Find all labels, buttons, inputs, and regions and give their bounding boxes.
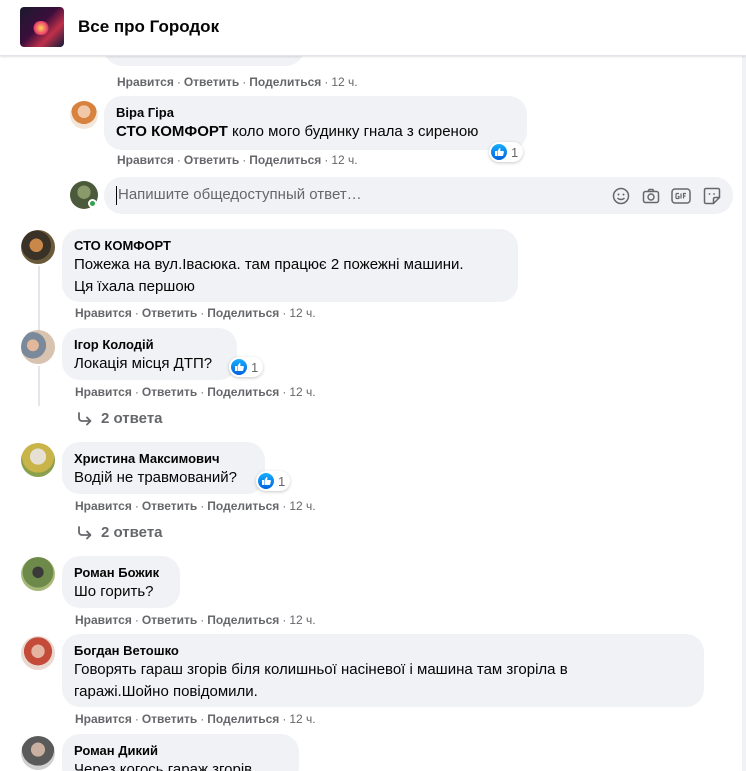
group-header: Все про Городок (0, 0, 746, 56)
comment-author[interactable]: Богдан Ветошко (74, 642, 692, 659)
view-replies-link[interactable]: 2 ответа (77, 524, 163, 541)
comment-text: Ця їхала першою (74, 278, 195, 295)
reaction-count[interactable]: 1 (489, 142, 524, 162)
avatar[interactable] (21, 557, 55, 591)
comment-text: гаражі.Шойно повідомили. (74, 683, 258, 700)
thread-line (38, 366, 40, 406)
view-replies-link[interactable]: 2 ответа (77, 410, 163, 427)
comment-bubble: Христина Максимович Водій не травмований… (62, 442, 265, 494)
comment-text: СТО КОМФОРТ коло мого будинку гнала з си… (116, 123, 479, 140)
like-icon (231, 359, 247, 375)
comment-bubble: СТО КОМФОРТ Пожежа на вул.Івасюка. там п… (62, 229, 518, 302)
comment-author[interactable]: Роман Божик (74, 564, 168, 581)
like-icon (491, 144, 507, 160)
comment-text: Говорять гараш згорів біля колишньої нас… (74, 661, 568, 678)
comment-bubble: Ігор Колодій Локація місця ДТП? (62, 328, 237, 380)
like-button[interactable]: Нравится (75, 385, 132, 399)
like-button[interactable]: Нравится (75, 499, 132, 513)
comment-actions: Нравится · Ответить · Поделиться · 12 ч. (117, 153, 358, 167)
share-button[interactable]: Поделиться (249, 153, 321, 167)
share-button[interactable]: Поделиться (249, 75, 321, 89)
group-title[interactable]: Все про Городок (78, 17, 219, 37)
avatar[interactable] (21, 230, 55, 264)
comment-actions: Нравится · Ответить · Поделиться · 12 ч. (75, 385, 316, 399)
like-button[interactable]: Нравится (75, 613, 132, 627)
timestamp[interactable]: 12 ч. (289, 499, 315, 513)
comment-actions: Нравится · Ответить · Поделиться · 12 ч. (75, 306, 316, 320)
comment-bubble: Богдан Ветошко Говорять гараш згорів біл… (62, 634, 704, 707)
reply-button[interactable]: Ответить (142, 712, 197, 726)
reply-button[interactable]: Ответить (184, 75, 239, 89)
comment-bubble: Віра Гіра СТО КОМФОРТ коло мого будинку … (104, 96, 527, 150)
comment-author[interactable]: Роман Дикий (74, 742, 287, 759)
comment-text: Шо горить? (74, 583, 154, 600)
comment-bubble: Роман Дикий Через когось гараж згорів (62, 734, 299, 771)
avatar[interactable] (21, 443, 55, 477)
comment-author[interactable]: Ігор Колодій (74, 336, 225, 353)
reply-button[interactable]: Ответить (142, 613, 197, 627)
text-caret (116, 186, 117, 205)
avatar[interactable] (21, 330, 55, 364)
timestamp[interactable]: 12 ч. (331, 153, 357, 167)
reply-button[interactable]: Ответить (142, 499, 197, 513)
sticker-icon[interactable] (701, 185, 723, 207)
like-icon (258, 473, 274, 489)
share-button[interactable]: Поделиться (207, 613, 279, 627)
timestamp[interactable]: 12 ч. (331, 75, 357, 89)
timestamp[interactable]: 12 ч. (289, 306, 315, 320)
reply-button[interactable]: Ответить (142, 306, 197, 320)
camera-icon[interactable] (640, 185, 662, 207)
emoji-icon[interactable] (610, 185, 632, 207)
gif-icon[interactable] (670, 185, 692, 207)
mention-link[interactable]: СТО КОМФОРТ (116, 123, 228, 140)
comment-actions: Нравится · Ответить · Поделиться · 12 ч. (117, 75, 358, 89)
scrollbar[interactable] (742, 56, 746, 771)
reply-arrow-icon (78, 411, 92, 425)
reply-button[interactable]: Ответить (184, 153, 239, 167)
like-button[interactable]: Нравится (117, 153, 174, 167)
comment-bubble: Роман Божик Шо горить? (62, 556, 180, 608)
comment-text: Через когось гараж згорів (74, 761, 253, 771)
share-button[interactable]: Поделиться (207, 712, 279, 726)
reply-input[interactable] (118, 186, 538, 203)
share-button[interactable]: Поделиться (207, 499, 279, 513)
comment-author[interactable]: СТО КОМФОРТ (74, 237, 506, 254)
share-button[interactable]: Поделиться (207, 306, 279, 320)
timestamp[interactable]: 12 ч. (289, 385, 315, 399)
online-indicator (88, 199, 97, 208)
comment-actions: Нравится · Ответить · Поделиться · 12 ч. (75, 712, 316, 726)
comment-actions: Нравится · Ответить · Поделиться · 12 ч. (75, 613, 316, 627)
like-button[interactable]: Нравится (75, 712, 132, 726)
avatar[interactable] (70, 101, 98, 129)
reply-arrow-icon (78, 525, 92, 539)
avatar[interactable] (21, 736, 55, 770)
reply-button[interactable]: Ответить (142, 385, 197, 399)
share-button[interactable]: Поделиться (207, 385, 279, 399)
comment-text: Водій не травмований? (74, 469, 237, 486)
like-button[interactable]: Нравится (117, 75, 174, 89)
comment-author[interactable]: Христина Максимович (74, 450, 253, 467)
reaction-count[interactable]: 1 (229, 357, 264, 377)
group-avatar[interactable] (20, 7, 64, 47)
comment-text: Пожежа на вул.Івасюка. там працює 2 поже… (74, 256, 464, 273)
reaction-count[interactable]: 1 (256, 471, 291, 491)
comment-text: Локація місця ДТП? (74, 355, 213, 372)
timestamp[interactable]: 12 ч. (289, 712, 315, 726)
comment-author[interactable]: Віра Гіра (116, 104, 515, 121)
avatar[interactable] (21, 636, 55, 670)
timestamp[interactable]: 12 ч. (289, 613, 315, 627)
like-button[interactable]: Нравится (75, 306, 132, 320)
comment-actions: Нравится · Ответить · Поделиться · 12 ч. (75, 499, 316, 513)
reply-composer (104, 177, 733, 214)
